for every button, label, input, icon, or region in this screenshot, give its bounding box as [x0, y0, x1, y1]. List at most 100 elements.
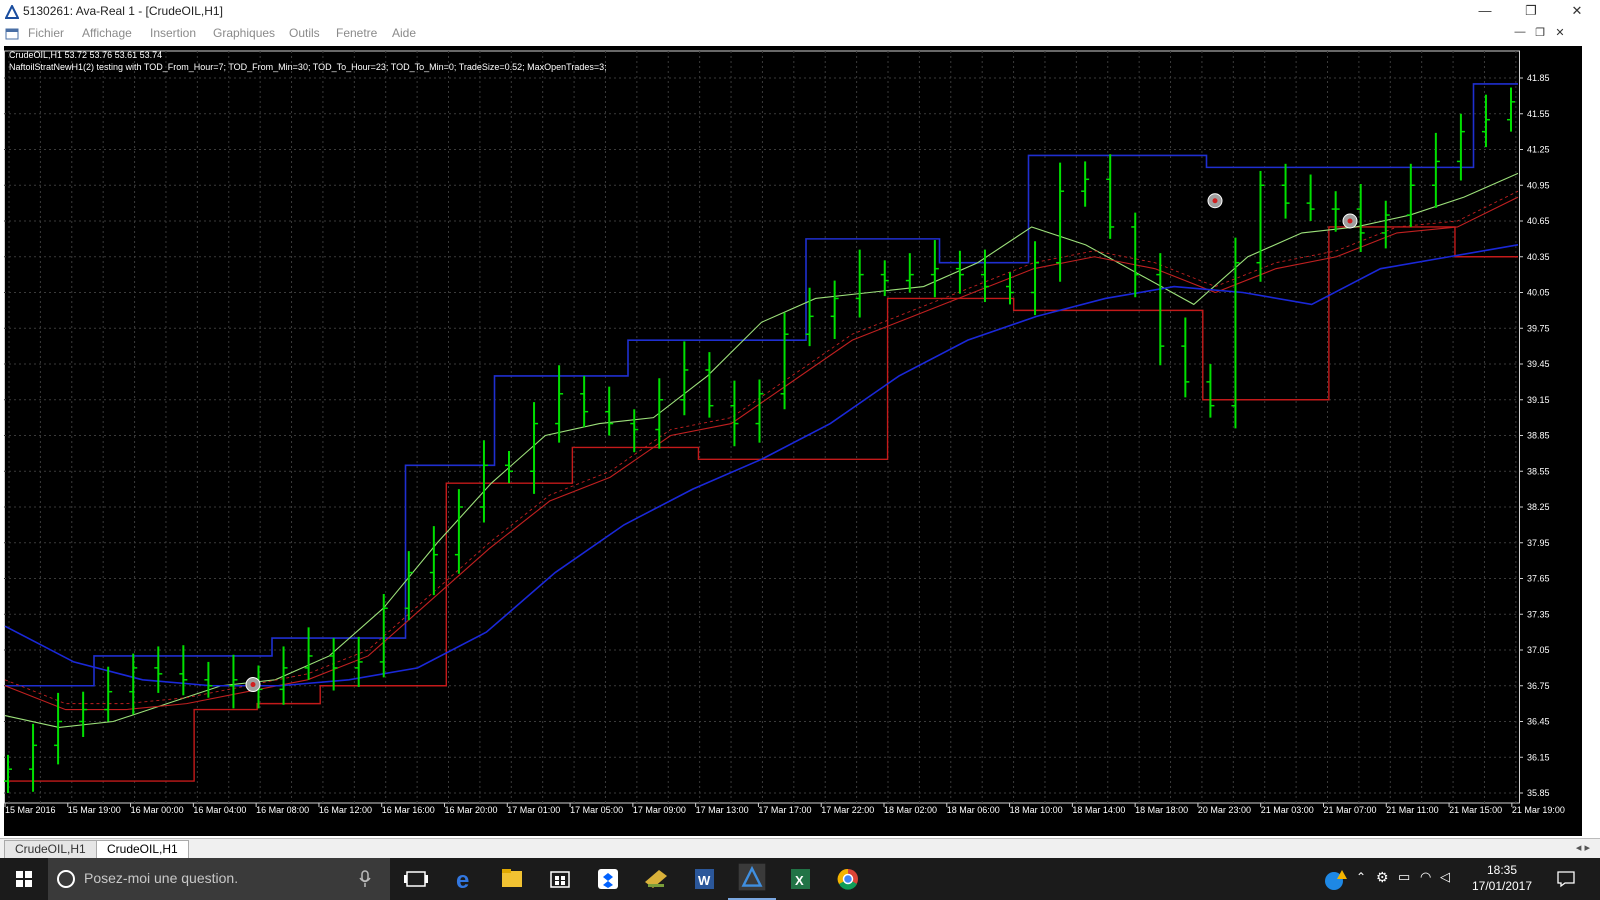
chart-tabs: CrudeOIL,H1 CrudeOIL,H1 ◂ ▸ — [0, 838, 1600, 859]
x-tick-label: 21 Mar 07:00 — [1324, 805, 1377, 815]
system-clock[interactable]: 18:35 17/01/2017 — [1462, 862, 1542, 894]
y-tick-label: 39.15 — [1527, 395, 1550, 405]
menu-outils[interactable]: Outils — [289, 26, 320, 40]
x-tick-label: 15 Mar 2016 — [5, 805, 56, 815]
x-tick-label: 21 Mar 19:00 — [1512, 805, 1565, 815]
x-tick-label: 21 Mar 11:00 — [1386, 805, 1438, 815]
action-center-icon[interactable] — [1556, 870, 1576, 888]
x-tick-label: 17 Mar 01:00 — [507, 805, 560, 815]
y-tick-label: 36.75 — [1527, 681, 1550, 691]
chart-symbol-line: CrudeOIL,H1 53.72 53.76 53.61 53.74 — [9, 50, 162, 60]
chart-ea-line: NaftoilStratNewH1(2) testing with TOD_Fr… — [9, 62, 607, 72]
trading-terminal-icon[interactable] — [728, 858, 776, 900]
y-tick-label: 37.05 — [1527, 645, 1550, 655]
y-tick-label: 39.45 — [1527, 359, 1550, 369]
cortana-circle-icon — [57, 870, 75, 888]
minimize-button[interactable]: — — [1462, 0, 1508, 24]
y-tick-label: 35.85 — [1527, 788, 1550, 798]
window-titlebar: 5130261: Ava-Real 1 - [CrudeOIL,H1] — ❐ … — [0, 0, 1600, 24]
y-tick-label: 37.35 — [1527, 609, 1550, 619]
lower-channel-line — [5, 226, 1518, 782]
tab-crudeoil-2[interactable]: CrudeOIL,H1 — [96, 840, 189, 858]
y-tick-label: 38.55 — [1527, 466, 1550, 476]
window-title: 5130261: Ava-Real 1 - [CrudeOIL,H1] — [23, 4, 223, 18]
tab-crudeoil-1[interactable]: CrudeOIL,H1 — [4, 840, 97, 858]
dashed-ma-line — [4, 190, 1519, 705]
svg-text:X: X — [795, 873, 804, 888]
volume-icon[interactable]: ◁ — [1440, 869, 1450, 885]
menu-graphiques[interactable]: Graphiques — [213, 26, 275, 40]
app-triangle-icon — [5, 5, 19, 19]
x-tick-label: 17 Mar 05:00 — [570, 805, 623, 815]
show-hidden-icons-icon[interactable]: ⌃ — [1356, 870, 1366, 884]
chrome-icon[interactable] — [824, 858, 872, 900]
chart-window-icon[interactable] — [5, 27, 19, 41]
mdi-restore-button[interactable]: ❐ — [1532, 26, 1548, 39]
y-tick-label: 41.85 — [1527, 73, 1550, 83]
settings-gear-icon[interactable]: ⚙ — [1376, 869, 1389, 886]
upper-channel-line — [5, 83, 1518, 687]
battery-icon[interactable]: ▭ — [1398, 869, 1410, 885]
x-tick-label: 17 Mar 22:00 — [821, 805, 874, 815]
trade-marker-dot — [250, 682, 256, 688]
y-tick-label: 38.25 — [1527, 502, 1550, 512]
x-tick-label: 18 Mar 10:00 — [1010, 805, 1063, 815]
menu-fichier[interactable]: Fichier — [28, 26, 64, 40]
x-tick-label: 16 Mar 16:00 — [382, 805, 435, 815]
y-tick-label: 37.95 — [1527, 538, 1550, 548]
microphone-icon[interactable] — [358, 870, 372, 888]
dropbox-icon[interactable] — [584, 858, 632, 900]
menu-insertion[interactable]: Insertion — [150, 26, 196, 40]
mdi-minimize-button[interactable]: — — [1512, 26, 1528, 38]
y-tick-label: 36.15 — [1527, 752, 1550, 762]
slow-ma-line — [4, 196, 1519, 711]
wifi-icon[interactable]: ◠ — [1420, 869, 1431, 885]
trade-marker-dot — [1347, 218, 1353, 224]
x-tick-label: 21 Mar 15:00 — [1449, 805, 1502, 815]
x-tick-label: 16 Mar 12:00 — [319, 805, 372, 815]
x-tick-label: 18 Mar 06:00 — [947, 805, 1000, 815]
fast-ma-line — [4, 172, 1519, 729]
menu-aide[interactable]: Aide — [392, 26, 416, 40]
price-chart[interactable]: 41.85 41.55 41.25 40.95 40.65 40.35 40.05 39.75… — [4, 46, 1582, 836]
tab-scroll-arrows[interactable]: ◂ ▸ — [1576, 841, 1590, 854]
y-tick-label: 40.35 — [1527, 252, 1550, 262]
mdi-close-button[interactable]: ✕ — [1552, 26, 1568, 39]
word-icon[interactable]: W — [680, 858, 728, 900]
excel-icon[interactable]: X — [776, 858, 824, 900]
trade-marker-dot — [1212, 198, 1218, 204]
cortana-search-box[interactable]: Posez-moi une question. — [48, 858, 390, 900]
y-tick-label: 41.25 — [1527, 145, 1550, 155]
x-tick-label: 20 Mar 23:00 — [1198, 805, 1251, 815]
x-tick-label: 18 Mar 18:00 — [1135, 805, 1188, 815]
store-icon[interactable] — [536, 858, 584, 900]
money-app-icon[interactable] — [632, 858, 680, 900]
clock-date: 17/01/2017 — [1471, 879, 1533, 893]
x-tick-label: 21 Mar 03:00 — [1261, 805, 1314, 815]
close-button[interactable]: ✕ — [1554, 0, 1600, 24]
globe-alert-icon[interactable] — [1322, 868, 1350, 892]
y-tick-label: 38.85 — [1527, 431, 1550, 441]
x-tick-label: 17 Mar 13:00 — [696, 805, 749, 815]
restore-button[interactable]: ❐ — [1508, 0, 1554, 24]
task-view-icon[interactable] — [392, 858, 440, 900]
x-tick-label: 15 Mar 19:00 — [68, 805, 121, 815]
search-placeholder: Posez-moi une question. — [84, 870, 239, 886]
file-explorer-icon[interactable] — [488, 858, 536, 900]
svg-text:W: W — [698, 873, 711, 888]
windows-taskbar: Posez-moi une question. e W X ⌃ ⚙ ▭ ◠ ◁ … — [0, 858, 1600, 900]
menu-fenetre[interactable]: Fenetre — [336, 26, 377, 40]
x-tick-label: 17 Mar 17:00 — [758, 805, 811, 815]
y-tick-label: 40.05 — [1527, 288, 1550, 298]
menu-bar: Fichier Affichage Insertion Graphiques O… — [0, 24, 1600, 44]
windows-start-icon[interactable] — [0, 858, 48, 900]
y-tick-label: 40.65 — [1527, 216, 1550, 226]
svg-text:e: e — [456, 867, 469, 894]
y-tick-label: 37.65 — [1527, 574, 1550, 584]
menu-affichage[interactable]: Affichage — [82, 26, 132, 40]
chart-canvas[interactable]: 41.85 41.55 41.25 40.95 40.65 40.35 40.05 39.75… — [4, 46, 1582, 836]
edge-browser-icon[interactable]: e — [440, 858, 488, 900]
y-tick-label: 39.75 — [1527, 323, 1550, 333]
x-tick-label: 18 Mar 02:00 — [884, 805, 937, 815]
y-tick-label: 40.95 — [1527, 180, 1550, 190]
